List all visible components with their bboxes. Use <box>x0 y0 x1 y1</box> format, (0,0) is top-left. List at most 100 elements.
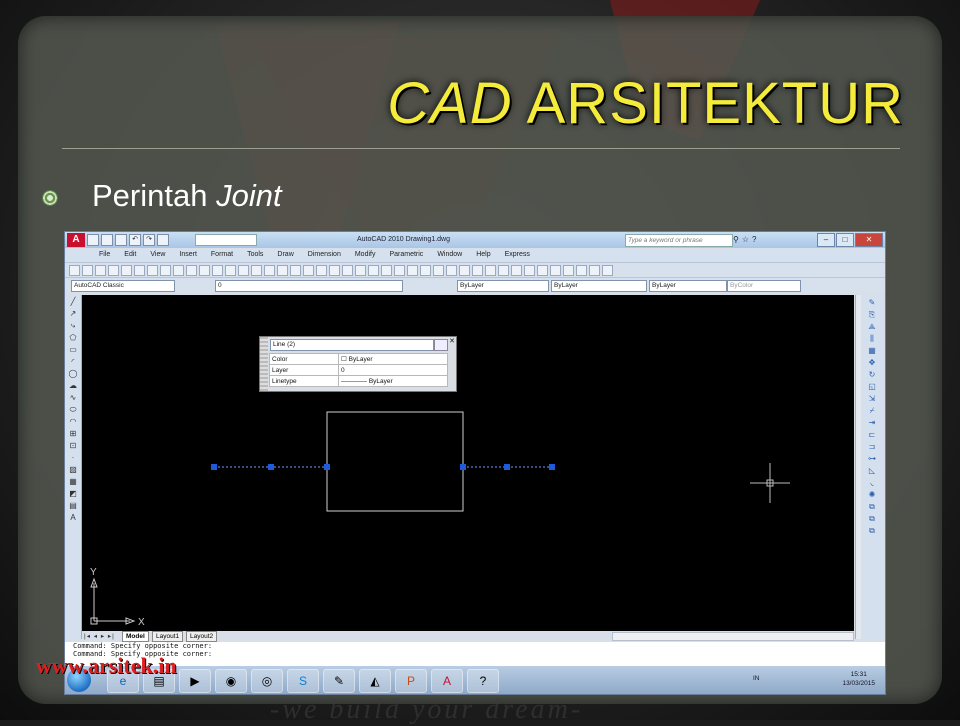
tab-nav-arrows[interactable]: |◂ ◂ ▸ ▸| <box>84 632 115 640</box>
binoculars-icon[interactable]: ⚲ <box>733 235 739 244</box>
chrome-icon[interactable]: ◎ <box>251 669 283 693</box>
color-dropdown[interactable]: ByLayer <box>457 280 549 292</box>
tab-layout2[interactable]: Layout2 <box>186 631 218 642</box>
chamfer-icon[interactable]: ◺ <box>867 466 877 476</box>
gradient-icon[interactable]: ▦ <box>68 477 78 487</box>
arc-icon[interactable]: ◜ <box>68 357 78 367</box>
tool-icon[interactable] <box>420 265 431 276</box>
tool-icon[interactable] <box>186 265 197 276</box>
tool-icon[interactable] <box>602 265 613 276</box>
explode-icon[interactable]: ✺ <box>867 490 877 500</box>
fillet-icon[interactable]: ◟ <box>867 478 877 488</box>
tool-icon[interactable] <box>251 265 262 276</box>
erase-icon[interactable]: ✎ <box>867 298 877 308</box>
menu-format[interactable]: Format <box>211 251 233 258</box>
command-line[interactable]: Command: Specify opposite corner: Comman… <box>65 642 885 666</box>
panel-grip[interactable] <box>260 337 268 391</box>
tool-icon[interactable] <box>82 265 93 276</box>
firefox-icon[interactable]: ◉ <box>215 669 247 693</box>
tool-icon[interactable] <box>433 265 444 276</box>
tool-icon[interactable] <box>459 265 470 276</box>
tool-icon[interactable] <box>238 265 249 276</box>
ellipse-arc-icon[interactable]: ◠ <box>68 417 78 427</box>
menu-dimension[interactable]: Dimension <box>308 251 341 258</box>
menu-parametric[interactable]: Parametric <box>389 251 423 258</box>
stretch-icon[interactable]: ⇲ <box>867 394 877 404</box>
tool-icon[interactable] <box>563 265 574 276</box>
construction-line-icon[interactable]: ↗ <box>68 309 78 319</box>
circle-icon[interactable]: ◯ <box>68 369 78 379</box>
tab-layout1[interactable]: Layout1 <box>152 631 184 642</box>
tool-icon[interactable] <box>342 265 353 276</box>
tab-model[interactable]: Model <box>122 631 149 642</box>
pen-app-icon[interactable]: ✎ <box>323 669 355 693</box>
help-icon[interactable]: ? <box>752 235 756 244</box>
ellipse-icon[interactable]: ⬭ <box>68 405 78 415</box>
menu-tools[interactable]: Tools <box>247 251 263 258</box>
help-app-icon[interactable]: ? <box>467 669 499 693</box>
tool-icon[interactable] <box>576 265 587 276</box>
grip[interactable] <box>504 464 510 470</box>
tool-icon[interactable] <box>277 265 288 276</box>
tool-icon[interactable] <box>199 265 210 276</box>
mtext-icon[interactable]: A <box>68 513 78 523</box>
break-icon[interactable]: ⊏ <box>867 430 877 440</box>
menu-help[interactable]: Help <box>476 251 490 258</box>
tool-icon[interactable] <box>394 265 405 276</box>
rectangle-shape[interactable] <box>326 411 464 512</box>
tool-icon[interactable] <box>160 265 171 276</box>
maximize-button[interactable]: □ <box>836 233 854 247</box>
panel-close-icon[interactable]: ✕ <box>449 337 455 345</box>
tool-icon[interactable] <box>147 265 158 276</box>
tool-icon[interactable] <box>264 265 275 276</box>
menu-file[interactable]: File <box>99 251 110 258</box>
tool-icon[interactable] <box>498 265 509 276</box>
tool-icon[interactable] <box>329 265 340 276</box>
prop-value[interactable]: ☐ ByLayer <box>338 353 448 365</box>
trim-icon[interactable]: ⌿ <box>867 406 877 416</box>
tool-icon[interactable] <box>381 265 392 276</box>
drawing-canvas[interactable]: Y X <box>82 295 854 631</box>
powerpoint-icon[interactable]: P <box>395 669 427 693</box>
tool-icon[interactable] <box>290 265 301 276</box>
undo-icon[interactable]: ↶ <box>129 234 141 246</box>
star-icon[interactable]: ☆ <box>742 235 749 244</box>
point-icon[interactable]: · <box>68 453 78 463</box>
tool-icon[interactable] <box>472 265 483 276</box>
properties-button[interactable] <box>434 339 448 351</box>
grip[interactable] <box>549 464 555 470</box>
language-indicator[interactable]: IN <box>753 675 760 682</box>
menu-edit[interactable]: Edit <box>124 251 136 258</box>
tool-icon[interactable] <box>303 265 314 276</box>
menu-draw[interactable]: Draw <box>277 251 293 258</box>
tool-icon[interactable] <box>69 265 80 276</box>
media-player-icon[interactable]: ▶ <box>179 669 211 693</box>
tool-icon[interactable] <box>212 265 223 276</box>
selection-dropdown[interactable]: Line (2) <box>270 339 434 351</box>
plotstyle-dropdown[interactable]: ByColor <box>727 280 801 292</box>
tool-icon[interactable] <box>524 265 535 276</box>
new-icon[interactable] <box>87 234 99 246</box>
save-icon[interactable] <box>115 234 127 246</box>
prop-value[interactable]: 0 <box>338 364 448 376</box>
tool-icon[interactable] <box>537 265 548 276</box>
tool-icon[interactable] <box>407 265 418 276</box>
grip[interactable] <box>324 464 330 470</box>
tool-icon[interactable] <box>173 265 184 276</box>
polyline-icon[interactable]: ⤷ <box>68 321 78 331</box>
rotate-icon[interactable]: ↻ <box>867 370 877 380</box>
insert-block-icon[interactable]: ⊞ <box>68 429 78 439</box>
copy-icon[interactable]: ⎘ <box>867 310 877 320</box>
tool-icon[interactable] <box>355 265 366 276</box>
lineweight-dropdown[interactable]: ByLayer <box>649 280 727 292</box>
draworder-icon[interactable]: ⧉ <box>867 502 877 512</box>
plot-icon[interactable] <box>157 234 169 246</box>
spline-icon[interactable]: ∿ <box>68 393 78 403</box>
prop-value[interactable]: ———— ByLayer <box>338 375 448 387</box>
tool-icon[interactable] <box>589 265 600 276</box>
line-icon[interactable]: ╱ <box>68 297 78 307</box>
tool-icon[interactable] <box>485 265 496 276</box>
tool-icon[interactable] <box>446 265 457 276</box>
autocad-task-icon[interactable]: A <box>431 669 463 693</box>
rectangle-icon[interactable]: ▭ <box>68 345 78 355</box>
